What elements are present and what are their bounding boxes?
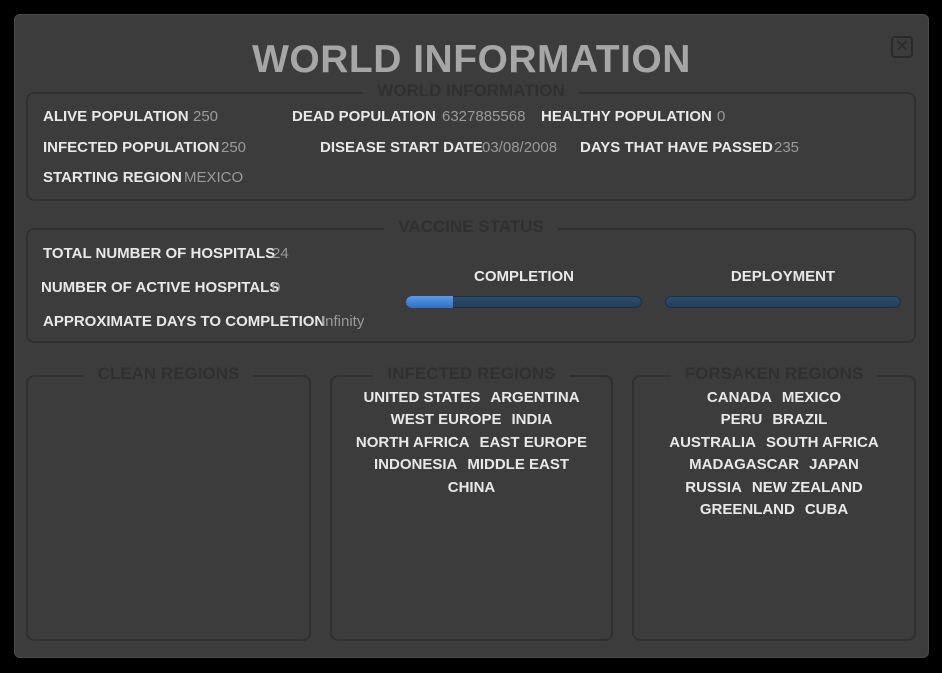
close-icon[interactable]: ✕: [891, 36, 913, 58]
completion-progress-fill: [406, 296, 454, 308]
deployment-label: DEPLOYMENT: [730, 268, 836, 285]
region-name: ARGENTINA: [490, 389, 580, 406]
alive-population-label: ALIVE POPULATION: [43, 108, 189, 125]
region-name: WEST EUROPE: [390, 411, 502, 429]
starting-region-value: MEXICO: [184, 169, 244, 186]
completion-progress-bar: [406, 296, 642, 308]
region-name: CUBA: [804, 501, 849, 519]
region-name: BRAZIL: [772, 411, 828, 429]
total-hospitals-label: TOTAL NUMBER OF HOSPITALS: [43, 245, 276, 262]
region-name: NEW ZEALAND: [751, 478, 863, 496]
region-name: SOUTH AFRICA: [765, 433, 879, 451]
clean-regions-header: CLEAN REGIONS: [83, 364, 254, 383]
infected-regions-panel: INFECTED REGIONS UNITED STATES ARGENTINA W…: [330, 364, 613, 641]
world-info-header: WORLD INFORMATION: [363, 81, 579, 100]
region-row: RUSSIA NEW ZEALAND: [634, 477, 914, 499]
region-row: GREENLAND CUBA: [634, 499, 914, 521]
clean-regions-panel: CLEAN REGIONS: [26, 364, 311, 641]
world-info-panel: WORLD INFORMATION ALIVE POPULATION 250 D…: [26, 81, 916, 201]
region-name: EAST EUROPE: [479, 433, 588, 451]
region-row: WEST EUROPE INDIA: [332, 409, 611, 431]
vaccine-status-panel: VACCINE STATUS TOTAL NUMBER OF HOSPITALS…: [26, 217, 916, 343]
active-hospitals-value: 0: [272, 279, 281, 296]
region-name: MADAGASCAR: [689, 456, 800, 474]
region-name: AUSTRALIA: [669, 433, 756, 451]
deployment-progress-bar: [665, 296, 901, 308]
alive-population-value: 250: [193, 108, 219, 125]
forsaken-regions-list: CANADA MEXICO PERU BRAZIL AUSTRALIA SOUTH AFR…: [634, 387, 914, 521]
dead-population-value: 6327885568: [442, 108, 526, 125]
dead-population-label: DEAD POPULATION: [292, 108, 436, 125]
days-to-completion-value: Infinity: [321, 313, 365, 330]
region-name: NORTH AFRICA: [355, 433, 470, 451]
region-row: MADAGASCAR JAPAN: [634, 454, 914, 476]
days-passed-value: 235: [774, 139, 800, 156]
region-row: UNITED STATES ARGENTINA: [332, 387, 611, 409]
infected-regions-list: UNITED STATES ARGENTINA WEST EUROPE INDIA NO…: [332, 387, 611, 499]
region-name: PERU: [720, 411, 763, 429]
region-row: CANADA MEXICO: [634, 387, 914, 409]
days-passed-label: DAYS THAT HAVE PASSED: [580, 139, 773, 156]
region-name: MIDDLE EAST: [467, 456, 569, 474]
region-name: RUSSIA: [685, 478, 742, 496]
region-row: INDONESIA MIDDLE EAST: [332, 454, 611, 476]
starting-region-label: STARTING REGION: [43, 169, 182, 186]
healthy-population-label: HEALTHY POPULATION: [541, 108, 712, 125]
infected-population-value: 250: [221, 139, 247, 156]
healthy-population-value: 0: [717, 108, 726, 125]
disease-start-date-label: DISEASE START DATE: [320, 139, 483, 156]
region-name: JAPAN: [809, 456, 859, 474]
window-title: WORLD INFORMATION: [252, 38, 691, 81]
region-row: PERU BRAZIL: [634, 409, 914, 431]
forsaken-regions-panel: FORSAKEN REGIONS CANADA MEXICO PERU BRAZIL A…: [632, 364, 916, 641]
region-row: AUSTRALIA SOUTH AFRICA: [634, 432, 914, 454]
infected-population-label: INFECTED POPULATION: [43, 139, 220, 156]
region-name: CANADA: [706, 389, 772, 406]
region-name: MEXICO: [781, 389, 842, 406]
region-row: CHINA: [332, 477, 611, 499]
days-to-completion-label: APPROXIMATE DAYS TO COMPLETION: [43, 313, 326, 330]
region-name: INDIA: [511, 411, 553, 429]
region-name: GREENLAND: [699, 501, 795, 519]
total-hospitals-value: 24: [272, 245, 289, 262]
region-row: NORTH AFRICA EAST EUROPE: [332, 432, 611, 454]
region-name: INDONESIA: [373, 456, 458, 474]
disease-start-date-value: 03/08/2008: [482, 139, 558, 156]
vaccine-status-header: VACCINE STATUS: [384, 217, 558, 236]
region-name: CHINA: [447, 478, 496, 496]
active-hospitals-label: NUMBER OF ACTIVE HOSPITALS: [41, 279, 280, 296]
completion-label: COMPLETION: [474, 268, 574, 285]
infected-regions-header: INFECTED REGIONS: [373, 364, 570, 383]
region-name: UNITED STATES: [363, 389, 481, 406]
world-information-window: WORLD INFORMATION ✕ WORLD INFORMATION AL…: [14, 14, 929, 658]
forsaken-regions-header: FORSAKEN REGIONS: [670, 364, 878, 383]
